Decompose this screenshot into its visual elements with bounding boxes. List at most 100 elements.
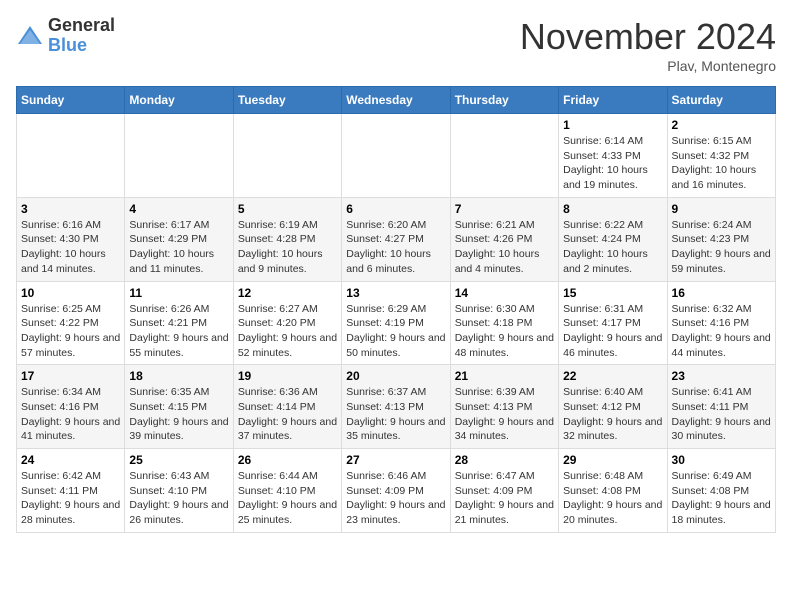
day-number: 1 — [563, 118, 662, 132]
day-cell: 15Sunrise: 6:31 AM Sunset: 4:17 PM Dayli… — [559, 281, 667, 365]
day-detail: Sunrise: 6:16 AM Sunset: 4:30 PM Dayligh… — [21, 218, 120, 277]
calendar-body: 1Sunrise: 6:14 AM Sunset: 4:33 PM Daylig… — [17, 114, 776, 533]
day-detail: Sunrise: 6:29 AM Sunset: 4:19 PM Dayligh… — [346, 302, 445, 361]
day-detail: Sunrise: 6:48 AM Sunset: 4:08 PM Dayligh… — [563, 469, 662, 528]
day-cell: 9Sunrise: 6:24 AM Sunset: 4:23 PM Daylig… — [667, 197, 775, 281]
day-cell: 8 Sunrise: 6:22 AM Sunset: 4:24 PM Daylig… — [559, 197, 667, 281]
day-number: 28 — [455, 453, 554, 467]
week-row-4: 17Sunrise: 6:34 AM Sunset: 4:16 PM Dayli… — [17, 365, 776, 449]
day-number: 7 — [455, 202, 554, 216]
week-row-3: 10 Sunrise: 6:25 AM Sunset: 4:22 PM Dayli… — [17, 281, 776, 365]
day-number: 30 — [672, 453, 771, 467]
day-detail: Sunrise: 6:42 AM Sunset: 4:11 PM Dayligh… — [21, 469, 120, 528]
header-cell-tuesday: Tuesday — [233, 87, 341, 114]
day-cell: 27 Sunrise: 6:46 AM Sunset: 4:09 PM Dayli… — [342, 449, 450, 533]
header-cell-monday: Monday — [125, 87, 233, 114]
day-number: 8 — [563, 202, 662, 216]
day-number: 4 — [129, 202, 228, 216]
day-detail: Sunrise: 6:20 AM Sunset: 4:27 PM Dayligh… — [346, 218, 445, 277]
day-number: 3 — [21, 202, 120, 216]
header-row: SundayMondayTuesdayWednesdayThursdayFrid… — [17, 87, 776, 114]
day-number: 14 — [455, 286, 554, 300]
day-detail: Sunrise: 6:39 AM Sunset: 4:13 PM Dayligh… — [455, 385, 554, 444]
day-cell: 20 Sunrise: 6:37 AM Sunset: 4:13 PM Dayli… — [342, 365, 450, 449]
header-cell-sunday: Sunday — [17, 87, 125, 114]
logo: General Blue — [16, 16, 115, 56]
day-detail: Sunrise: 6:36 AM Sunset: 4:14 PM Dayligh… — [238, 385, 337, 444]
day-number: 19 — [238, 369, 337, 383]
day-number: 24 — [21, 453, 120, 467]
day-number: 13 — [346, 286, 445, 300]
logo-icon — [16, 22, 44, 50]
day-cell: 23Sunrise: 6:41 AM Sunset: 4:11 PM Dayli… — [667, 365, 775, 449]
day-number: 22 — [563, 369, 662, 383]
day-cell — [342, 114, 450, 198]
day-cell: 25 Sunrise: 6:43 AM Sunset: 4:10 PM Dayli… — [125, 449, 233, 533]
day-number: 29 — [563, 453, 662, 467]
day-cell — [125, 114, 233, 198]
day-detail: Sunrise: 6:41 AM Sunset: 4:11 PM Dayligh… — [672, 385, 771, 444]
day-detail: Sunrise: 6:19 AM Sunset: 4:28 PM Dayligh… — [238, 218, 337, 277]
day-cell — [233, 114, 341, 198]
day-detail: Sunrise: 6:21 AM Sunset: 4:26 PM Dayligh… — [455, 218, 554, 277]
day-number: 26 — [238, 453, 337, 467]
day-cell: 12 Sunrise: 6:27 AM Sunset: 4:20 PM Dayli… — [233, 281, 341, 365]
day-number: 27 — [346, 453, 445, 467]
day-number: 16 — [672, 286, 771, 300]
title-block: November 2024 Plav, Montenegro — [520, 16, 776, 74]
day-cell: 28Sunrise: 6:47 AM Sunset: 4:09 PM Dayli… — [450, 449, 558, 533]
day-detail: Sunrise: 6:17 AM Sunset: 4:29 PM Dayligh… — [129, 218, 228, 277]
day-number: 25 — [129, 453, 228, 467]
day-number: 2 — [672, 118, 771, 132]
day-number: 20 — [346, 369, 445, 383]
calendar-table: SundayMondayTuesdayWednesdayThursdayFrid… — [16, 86, 776, 533]
day-cell: 4 Sunrise: 6:17 AM Sunset: 4:29 PM Daylig… — [125, 197, 233, 281]
day-number: 6 — [346, 202, 445, 216]
day-number: 18 — [129, 369, 228, 383]
day-cell: 18 Sunrise: 6:35 AM Sunset: 4:15 PM Dayli… — [125, 365, 233, 449]
header-cell-friday: Friday — [559, 87, 667, 114]
week-row-5: 24 Sunrise: 6:42 AM Sunset: 4:11 PM Dayli… — [17, 449, 776, 533]
day-cell: 6 Sunrise: 6:20 AM Sunset: 4:27 PM Daylig… — [342, 197, 450, 281]
day-cell: 13 Sunrise: 6:29 AM Sunset: 4:19 PM Dayli… — [342, 281, 450, 365]
day-cell — [450, 114, 558, 198]
day-detail: Sunrise: 6:32 AM Sunset: 4:16 PM Dayligh… — [672, 302, 771, 361]
header-cell-wednesday: Wednesday — [342, 87, 450, 114]
day-number: 21 — [455, 369, 554, 383]
day-detail: Sunrise: 6:22 AM Sunset: 4:24 PM Dayligh… — [563, 218, 662, 277]
day-number: 11 — [129, 286, 228, 300]
location: Plav, Montenegro — [520, 58, 776, 74]
day-cell: 29 Sunrise: 6:48 AM Sunset: 4:08 PM Dayli… — [559, 449, 667, 533]
day-cell: 16 Sunrise: 6:32 AM Sunset: 4:16 PM Dayli… — [667, 281, 775, 365]
day-detail: Sunrise: 6:26 AM Sunset: 4:21 PM Dayligh… — [129, 302, 228, 361]
day-number: 5 — [238, 202, 337, 216]
day-number: 15 — [563, 286, 662, 300]
day-detail: Sunrise: 6:40 AM Sunset: 4:12 PM Dayligh… — [563, 385, 662, 444]
day-cell: 30 Sunrise: 6:49 AM Sunset: 4:08 PM Dayli… — [667, 449, 775, 533]
day-number: 12 — [238, 286, 337, 300]
day-cell: 24 Sunrise: 6:42 AM Sunset: 4:11 PM Dayli… — [17, 449, 125, 533]
day-cell: 14Sunrise: 6:30 AM Sunset: 4:18 PM Dayli… — [450, 281, 558, 365]
day-number: 10 — [21, 286, 120, 300]
day-detail: Sunrise: 6:49 AM Sunset: 4:08 PM Dayligh… — [672, 469, 771, 528]
week-row-2: 3 Sunrise: 6:16 AM Sunset: 4:30 PM Daylig… — [17, 197, 776, 281]
day-cell: 19 Sunrise: 6:36 AM Sunset: 4:14 PM Dayli… — [233, 365, 341, 449]
day-detail: Sunrise: 6:25 AM Sunset: 4:22 PM Dayligh… — [21, 302, 120, 361]
day-cell: 7 Sunrise: 6:21 AM Sunset: 4:26 PM Daylig… — [450, 197, 558, 281]
logo-text: General Blue — [48, 16, 115, 56]
day-detail: Sunrise: 6:43 AM Sunset: 4:10 PM Dayligh… — [129, 469, 228, 528]
day-detail: Sunrise: 6:27 AM Sunset: 4:20 PM Dayligh… — [238, 302, 337, 361]
day-detail: Sunrise: 6:46 AM Sunset: 4:09 PM Dayligh… — [346, 469, 445, 528]
day-cell: 10 Sunrise: 6:25 AM Sunset: 4:22 PM Dayli… — [17, 281, 125, 365]
day-detail: Sunrise: 6:35 AM Sunset: 4:15 PM Dayligh… — [129, 385, 228, 444]
day-detail: Sunrise: 6:24 AM Sunset: 4:23 PM Dayligh… — [672, 218, 771, 277]
logo-general: General — [48, 16, 115, 36]
logo-blue: Blue — [48, 36, 115, 56]
day-cell: 3 Sunrise: 6:16 AM Sunset: 4:30 PM Daylig… — [17, 197, 125, 281]
month-title: November 2024 — [520, 16, 776, 58]
day-cell: 1Sunrise: 6:14 AM Sunset: 4:33 PM Daylig… — [559, 114, 667, 198]
day-detail: Sunrise: 6:34 AM Sunset: 4:16 PM Dayligh… — [21, 385, 120, 444]
day-cell: 26Sunrise: 6:44 AM Sunset: 4:10 PM Dayli… — [233, 449, 341, 533]
day-detail: Sunrise: 6:37 AM Sunset: 4:13 PM Dayligh… — [346, 385, 445, 444]
day-cell: 2Sunrise: 6:15 AM Sunset: 4:32 PM Daylig… — [667, 114, 775, 198]
